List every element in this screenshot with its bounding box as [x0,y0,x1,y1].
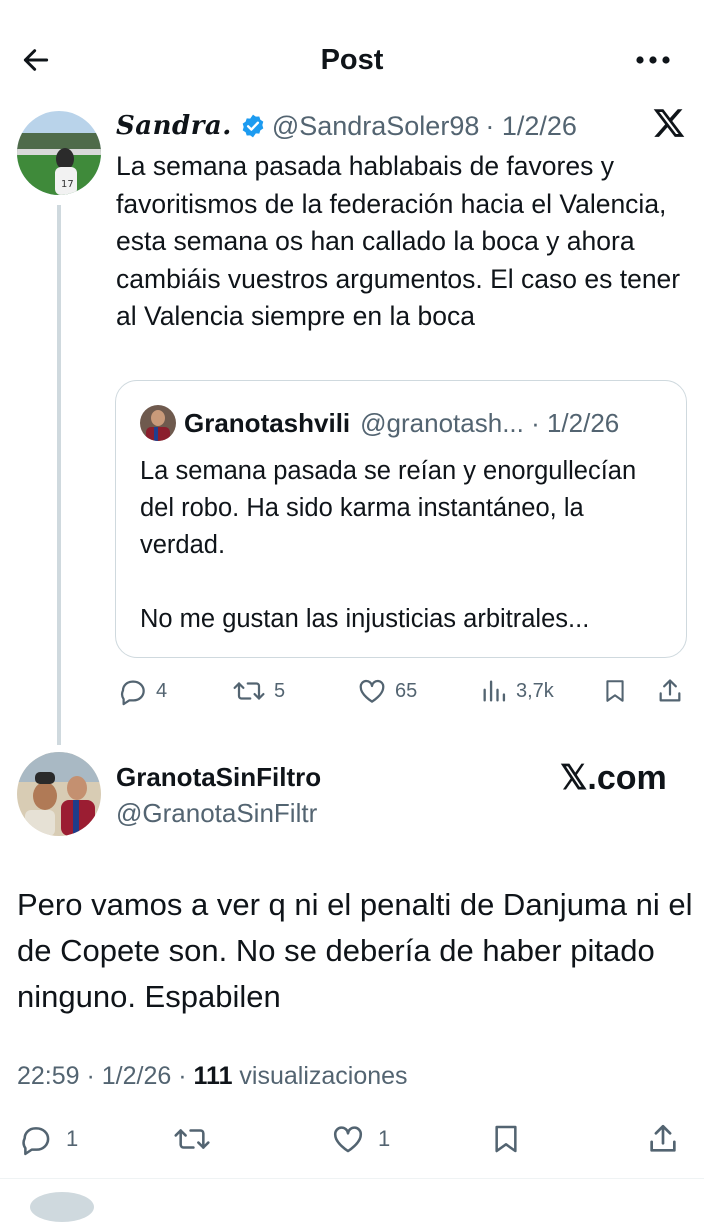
x-logo-icon [652,106,688,142]
tweet-text: Pero vamos a ver q ni el penalti de Danj… [17,887,693,1014]
share-icon [650,1124,676,1152]
thread-line [57,205,61,745]
like-action[interactable]: 65 [357,676,417,706]
bookmark-action[interactable] [602,676,628,706]
reply-icon [121,680,145,706]
share-action[interactable] [646,1122,680,1156]
quoted-avatar [140,405,176,441]
tweet-text: La semana pasada hablabais de favores y … [116,151,681,331]
views-icon [483,680,506,702]
quoted-text: La semana pasada se reían y enorgullecía… [140,457,637,633]
author-handle[interactable]: @GranotaSinFiltr [116,796,317,830]
divider [0,1178,704,1179]
repost-action[interactable] [172,1122,212,1156]
author-name[interactable]: Sandra. [116,111,232,141]
more-icon [636,56,670,64]
repost-action[interactable]: 5 [232,676,285,706]
svg-text:17: 17 [61,179,74,190]
repost-icon [233,682,265,700]
like-count: 65 [395,679,418,702]
share-action[interactable] [656,676,684,706]
views-count: 111 [193,1062,233,1090]
share-icon [659,679,681,702]
next-post-avatar [30,1192,94,1222]
repost-count: 5 [274,679,286,702]
quoted-tweet-card[interactable]: Granotashvili @granotash... · 1/2/26 La … [115,380,687,658]
reply-count: 1 [66,1126,79,1151]
like-action[interactable]: 1 [330,1122,390,1156]
views-label: visualizaciones [232,1062,408,1090]
page-title: Post [320,44,384,76]
bookmark-icon [495,1125,517,1153]
reply-action[interactable]: 4 [118,676,167,706]
like-icon [333,1126,363,1153]
bookmark-action[interactable] [490,1122,522,1156]
author-handle[interactable]: @SandraSoler98 [272,111,480,142]
views-action[interactable]: 3,7k [480,676,554,706]
verified-badge-icon [242,114,264,138]
x-com-logo: 𝕏.com [560,759,667,797]
like-icon [359,679,385,703]
avatar[interactable]: 17 [17,111,101,195]
author-name[interactable]: GranotaSinFiltro [116,760,321,794]
tweet-meta: 22:59 · 1/2/26 · 111 visualizaciones [17,1058,408,1094]
repost-icon [174,1129,210,1149]
more-options-button[interactable] [628,38,678,82]
avatar[interactable] [17,752,101,836]
tweet-date: · 1/2/26 [485,110,577,141]
reply-icon [22,1127,50,1156]
like-count: 1 [378,1126,391,1151]
reply-count: 4 [156,679,168,702]
tweet-time-date: 22:59 · 1/2/26 · [17,1062,194,1090]
quoted-author-name: Granotashvili [184,407,351,438]
quoted-handle-date: @granotash... · 1/2/26 [360,407,620,438]
quoted-header: Granotashvili @granotash... · 1/2/26 [184,405,619,441]
bookmark-icon [606,680,624,702]
tweet-header: Sandra. @SandraSoler98 · 1/2/26 [116,108,577,144]
views-count: 3,7k [516,679,554,702]
reply-action[interactable]: 1 [18,1122,78,1156]
